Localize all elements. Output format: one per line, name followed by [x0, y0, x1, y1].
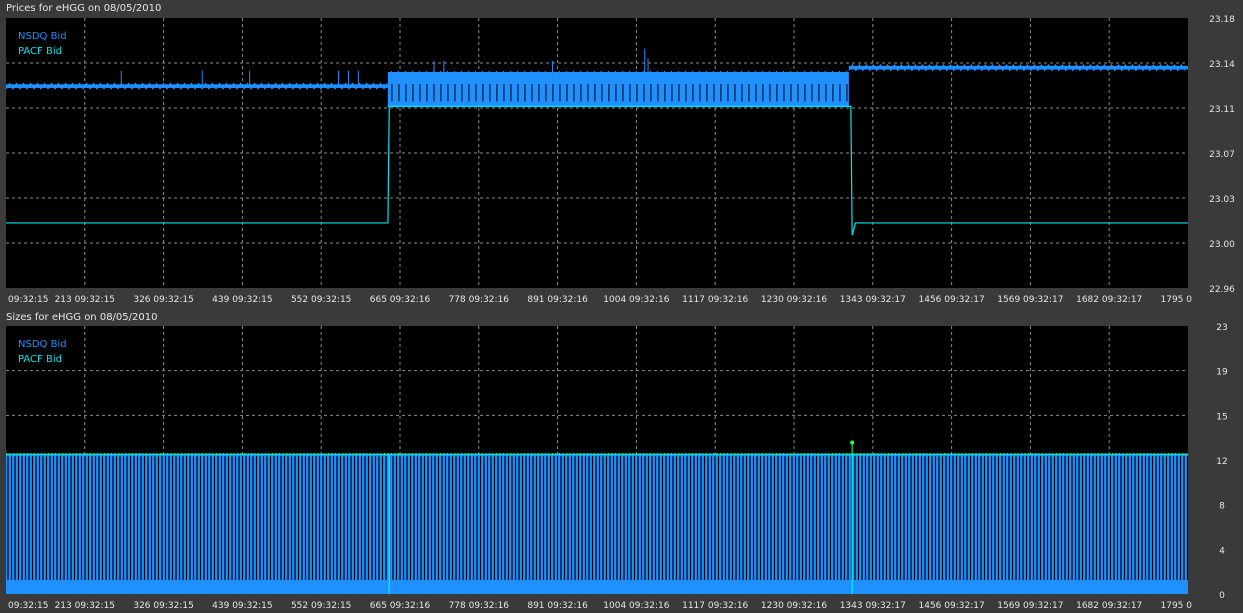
sizes-x-tick-label: 09:32:15 [8, 601, 48, 611]
sizes-legend-nsdq: NSDQ Bid [18, 339, 67, 350]
sizes-y-tick-label: 8 [1219, 502, 1225, 512]
prices-x-tick-label: 891 09:32:16 [527, 295, 588, 305]
sizes-x-tick-label: 1682 09:32:17 [1076, 601, 1142, 611]
charts-svg: 09:32:15 213 09:32:15 326 09:32:15 439 09:3… [5, 15, 1235, 611]
sizes-x-tick-label: 213 09:32:15 [55, 601, 115, 611]
sizes-legend-pacf: PACF Bid [18, 354, 62, 365]
sizes-y-ticks: 23 19 15 12 8 4 0 [1216, 323, 1228, 601]
prices-legend-pacf: PACF Bid [18, 46, 62, 57]
sizes-x-tick-label: 1230 09:32:16 [761, 601, 827, 611]
prices-x-tick-label: 1682 09:32:17 [1076, 295, 1142, 305]
prices-y-tick-label: 23.18 [1209, 15, 1235, 25]
prices-x-tick-label: 09:32:15 [8, 295, 48, 305]
sizes-x-tick-label: 665 09:32:16 [370, 601, 431, 611]
sizes-x-tick-label: 891 09:32:16 [527, 601, 588, 611]
chart-window: Prices for eHGG on 08/05/2010 Sizes for … [0, 0, 1243, 613]
prices-legend-nsdq: NSDQ Bid [18, 31, 67, 42]
prices-x-tick-label: 1230 09:32:16 [761, 295, 827, 305]
prices-x-tick-label: 665 09:32:16 [370, 295, 431, 305]
sizes-y-tick-label: 23 [1216, 323, 1227, 333]
sizes-x-tick-label: 1456 09:32:17 [919, 601, 985, 611]
prices-x-tick-label: 213 09:32:15 [55, 295, 115, 305]
sizes-y-tick-label: 4 [1219, 546, 1225, 556]
prices-y-tick-label: 23.00 [1209, 240, 1235, 250]
sizes-x-ticks: 09:32:15 213 09:32:15 326 09:32:15 439 09:3… [8, 601, 1192, 611]
prices-x-tick-label: 778 09:32:16 [449, 295, 510, 305]
prices-y-ticks: 23.18 23.14 23.11 23.07 23.03 23.00 22.96 [1209, 15, 1235, 295]
sizes-x-tick-label: 439 09:32:15 [212, 601, 272, 611]
sizes-x-tick-label: 1343 09:32:17 [840, 601, 906, 611]
sizes-y-tick-label: 19 [1216, 368, 1228, 378]
prices-x-tick-label: 1343 09:32:17 [840, 295, 906, 305]
prices-x-tick-label: 1569 09:32:17 [997, 295, 1063, 305]
sizes-x-tick-label: 1795 0 [1161, 601, 1193, 611]
prices-y-tick-label: 23.14 [1209, 60, 1235, 70]
prices-y-tick-label: 23.11 [1209, 105, 1235, 115]
prices-y-tick-label: 23.07 [1209, 150, 1235, 160]
prices-y-tick-label: 23.03 [1209, 195, 1235, 205]
sizes-y-tick-label: 12 [1216, 457, 1227, 467]
size-outlier-point [850, 440, 855, 445]
prices-y-tick-label: 22.96 [1209, 285, 1235, 295]
sizes-x-tick-label: 552 09:32:15 [291, 601, 351, 611]
sizes-y-tick-label: 15 [1216, 412, 1227, 422]
prices-x-tick-label: 326 09:32:15 [133, 295, 193, 305]
prices-x-tick-label: 1795 0 [1161, 295, 1193, 305]
sizes-y-tick-label: 0 [1219, 591, 1225, 601]
sizes-x-tick-label: 1117 09:32:16 [682, 601, 748, 611]
sizes-x-tick-label: 1569 09:32:17 [997, 601, 1063, 611]
prices-x-tick-label: 439 09:32:15 [212, 295, 272, 305]
prices-x-tick-label: 1456 09:32:17 [919, 295, 985, 305]
sizes-x-tick-label: 1004 09:32:16 [603, 601, 669, 611]
prices-x-tick-label: 1117 09:32:16 [682, 295, 748, 305]
prices-x-ticks: 09:32:15 213 09:32:15 326 09:32:15 439 09:3… [8, 295, 1192, 305]
prices-x-tick-label: 1004 09:32:16 [603, 295, 669, 305]
prices-x-tick-label: 552 09:32:15 [291, 295, 351, 305]
sizes-series [6, 440, 1189, 594]
sizes-x-tick-label: 326 09:32:15 [133, 601, 193, 611]
sizes-x-tick-label: 778 09:32:16 [449, 601, 510, 611]
